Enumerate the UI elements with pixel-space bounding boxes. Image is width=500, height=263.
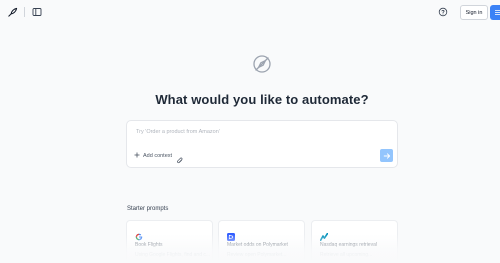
- sidebar-panel-icon[interactable]: [31, 6, 43, 18]
- polymarket-logo-icon: [227, 228, 235, 241]
- divider: [24, 7, 25, 17]
- starter-prompts-heading: Starter prompts: [127, 206, 169, 212]
- plus-icon: [134, 152, 140, 160]
- hamburger-icon[interactable]: [490, 5, 500, 20]
- arrow-right-icon: [383, 152, 390, 159]
- add-context-label: Add context: [143, 153, 173, 159]
- top-bar: Sign in: [0, 0, 500, 24]
- question-circle-icon[interactable]: [437, 6, 449, 18]
- starter-card-subtitle: Using Google Flights, find and c...: [135, 252, 211, 258]
- send-button[interactable]: [380, 149, 393, 162]
- starter-card-subtitle: Review open Polymarket...: [227, 252, 287, 258]
- compass-icon: [252, 54, 272, 74]
- starter-card-title: Market odds on Polymarket: [227, 242, 288, 248]
- quill-pen-icon[interactable]: [6, 6, 18, 18]
- sign-in-button[interactable]: Sign in: [460, 5, 488, 20]
- starter-card-book-flights[interactable]: Book Flights Using Google Flights, find …: [126, 220, 213, 263]
- paperclip-icon[interactable]: [176, 152, 184, 164]
- starter-card-title: Nasdaq earnings retrieval: [320, 242, 377, 248]
- prompt-composer: Add context: [126, 120, 398, 168]
- starter-card-subtitle: Retrieve all upcoming...: [320, 252, 373, 258]
- starter-card-title: Book Flights: [135, 242, 163, 248]
- starter-card-nasdaq[interactable]: Nasdaq earnings retrieval Retrieve all u…: [311, 220, 398, 263]
- page-headline: What would you like to automate?: [155, 92, 369, 107]
- nasdaq-logo-icon: [319, 228, 329, 242]
- prompt-input[interactable]: [136, 127, 356, 137]
- google-logo-icon: [135, 228, 143, 241]
- add-context-button[interactable]: Add context: [134, 151, 172, 161]
- starter-card-polymarket[interactable]: Market odds on Polymarket Review open Po…: [218, 220, 305, 263]
